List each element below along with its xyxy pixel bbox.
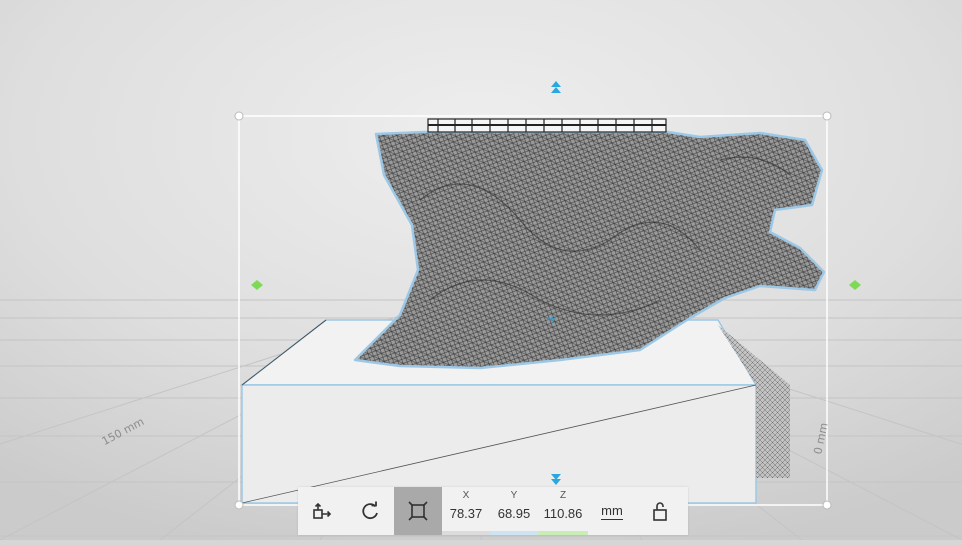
y-accent-bar: [490, 531, 538, 535]
x-accent-bar: [442, 531, 490, 535]
size-x-field[interactable]: X 78.37: [442, 487, 490, 535]
unit-toggle[interactable]: mm: [588, 487, 636, 535]
scale-button[interactable]: [394, 487, 442, 535]
transform-toolbar: X 78.37 Y 68.95 Z 110.86 mm: [298, 487, 688, 535]
y-value[interactable]: 68.95: [498, 506, 531, 521]
x-value[interactable]: 78.37: [450, 506, 483, 521]
scene-canvas[interactable]: [0, 0, 962, 541]
z-accent-bar: [538, 531, 588, 535]
scale-icon: [408, 501, 428, 521]
corner-handle-top-left[interactable]: [234, 111, 244, 121]
unlock-icon: [653, 502, 667, 521]
corner-handle-bottom-left[interactable]: [234, 500, 244, 510]
lock-proportions-button[interactable]: [636, 487, 684, 535]
x-label: X: [462, 490, 470, 501]
3d-viewport[interactable]: 150 mm 0 mm: [0, 0, 962, 541]
size-y-field[interactable]: Y 68.95: [490, 487, 538, 535]
rotate-button[interactable]: [346, 487, 394, 535]
y-label: Y: [510, 490, 518, 501]
corner-handle-top-right[interactable]: [822, 111, 832, 121]
rotate-icon: [362, 501, 378, 520]
z-value[interactable]: 110.86: [544, 506, 583, 521]
move-button[interactable]: [298, 487, 346, 535]
move-icon: [313, 502, 332, 519]
corner-handle-bottom-right[interactable]: [822, 500, 832, 510]
unit-label: mm: [601, 502, 623, 520]
z-label: Z: [559, 490, 567, 501]
size-z-field[interactable]: Z 110.86: [538, 487, 588, 535]
